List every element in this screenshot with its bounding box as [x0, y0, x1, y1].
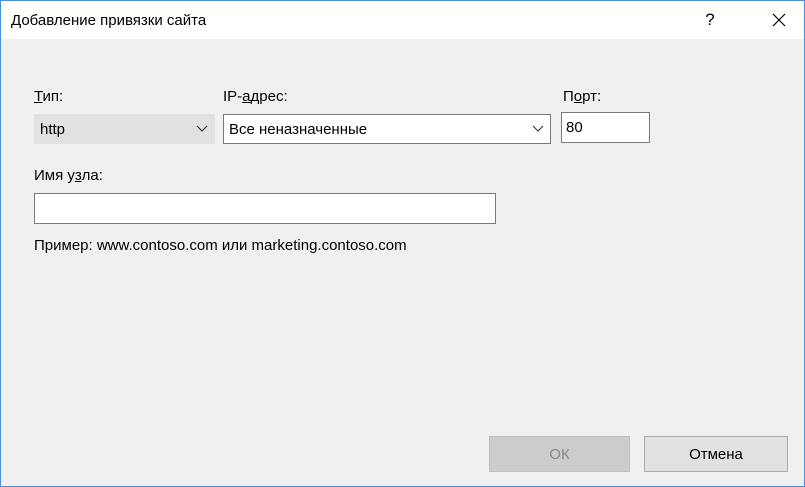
ip-address-label: IP-адрес:: [223, 88, 288, 105]
host-name-label: Имя узла:: [34, 167, 103, 184]
host-name-input[interactable]: [34, 193, 496, 224]
add-site-binding-dialog: Добавление привязки сайта ? Тип: http IP…: [0, 0, 805, 487]
type-label: Тип:: [34, 88, 64, 105]
ip-address-select[interactable]: Все неназначенные: [223, 114, 551, 144]
port-label: Порт:: [563, 88, 602, 105]
ip-address-select-value: Все неназначенные: [229, 120, 368, 138]
chevron-down-icon: [526, 115, 550, 143]
close-icon: [772, 13, 786, 27]
dialog-title: Добавление привязки сайта: [11, 12, 207, 29]
close-button[interactable]: [756, 1, 802, 39]
title-bar: Добавление привязки сайта ?: [1, 1, 804, 39]
chevron-down-icon: [190, 115, 214, 143]
help-button[interactable]: ?: [687, 1, 733, 39]
example-hint: Пример: www.contoso.com или marketing.co…: [34, 237, 407, 254]
port-input[interactable]: 80: [561, 112, 650, 143]
ok-button[interactable]: ОК: [489, 436, 630, 472]
type-select-value: http: [40, 120, 66, 138]
cancel-button[interactable]: Отмена: [644, 436, 788, 472]
type-select[interactable]: http: [34, 114, 215, 144]
